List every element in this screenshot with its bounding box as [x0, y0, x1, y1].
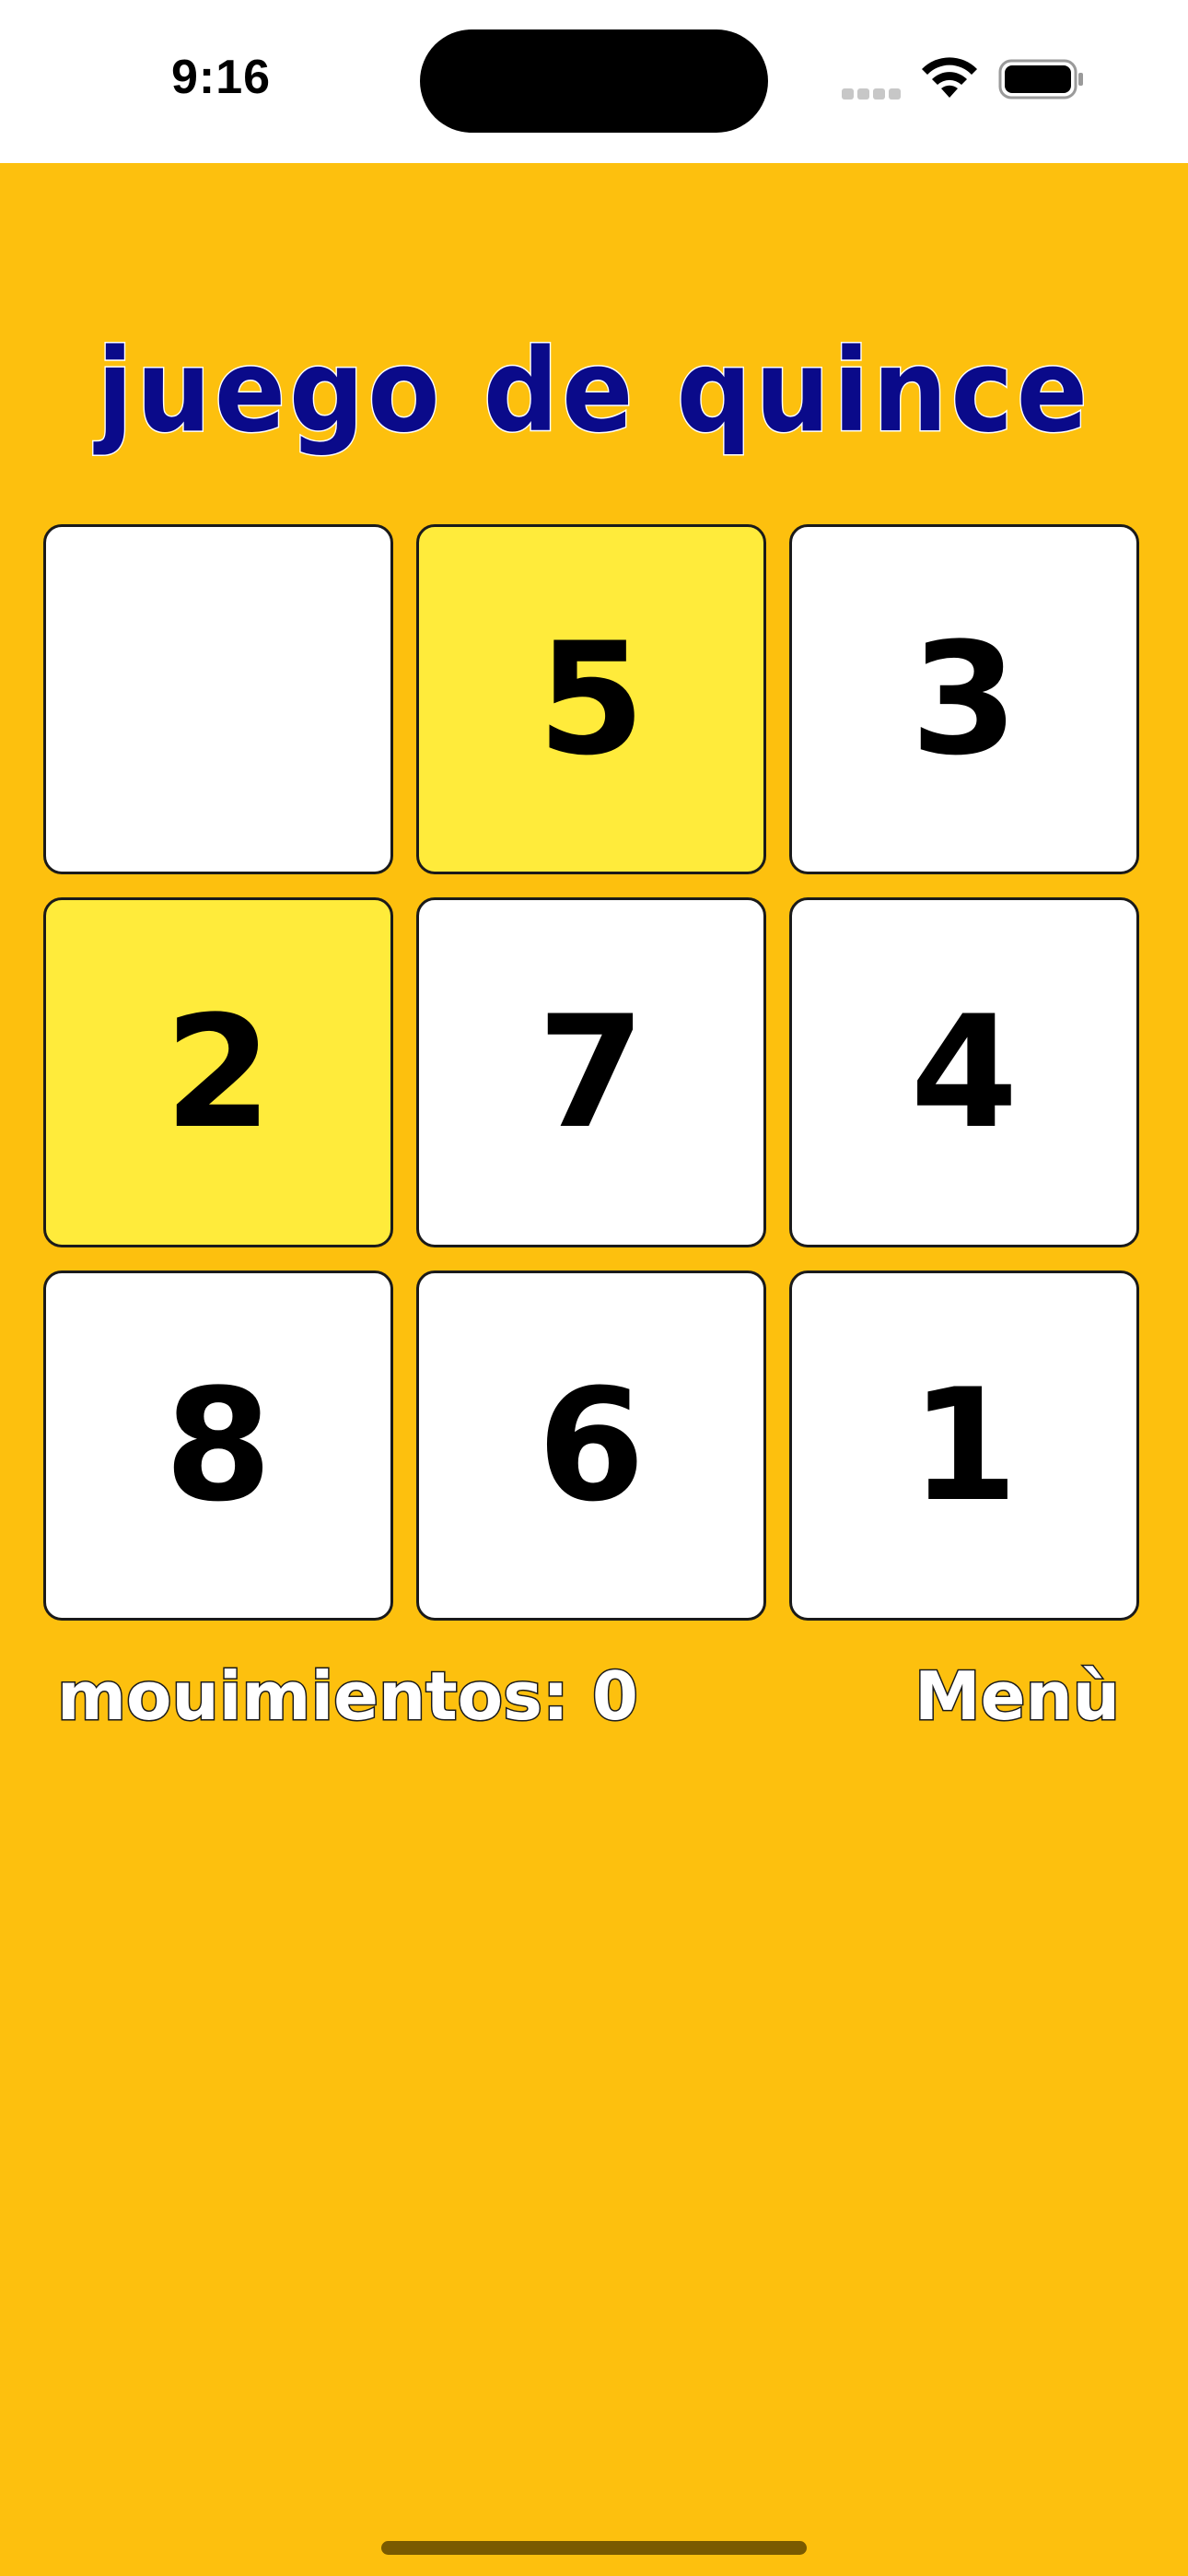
menu-button[interactable]: Menù — [914, 1655, 1122, 1738]
home-indicator[interactable] — [381, 2541, 807, 2555]
cellular-signal-icon — [842, 86, 904, 100]
puzzle-board: 5 3 2 7 4 8 6 1 — [43, 524, 1145, 1626]
tile-4[interactable]: 4 — [789, 897, 1139, 1247]
status-time: 9:16 — [171, 51, 272, 104]
tile-5[interactable]: 5 — [416, 524, 766, 874]
tile-6[interactable]: 6 — [416, 1270, 766, 1621]
tile-8[interactable]: 8 — [43, 1270, 393, 1621]
tile-3[interactable]: 3 — [789, 524, 1139, 874]
battery-icon — [998, 59, 1083, 100]
tile-1[interactable]: 1 — [789, 1270, 1139, 1621]
moves-counter: mouimientos: 0 — [56, 1657, 640, 1737]
tile-2[interactable]: 2 — [43, 897, 393, 1247]
tile-empty[interactable] — [43, 524, 393, 874]
game-title: juego de quince — [96, 324, 1091, 460]
dynamic-island — [420, 29, 768, 133]
tile-7[interactable]: 7 — [416, 897, 766, 1247]
status-bar: 9:16 — [0, 0, 1188, 163]
wifi-icon — [922, 57, 977, 98]
